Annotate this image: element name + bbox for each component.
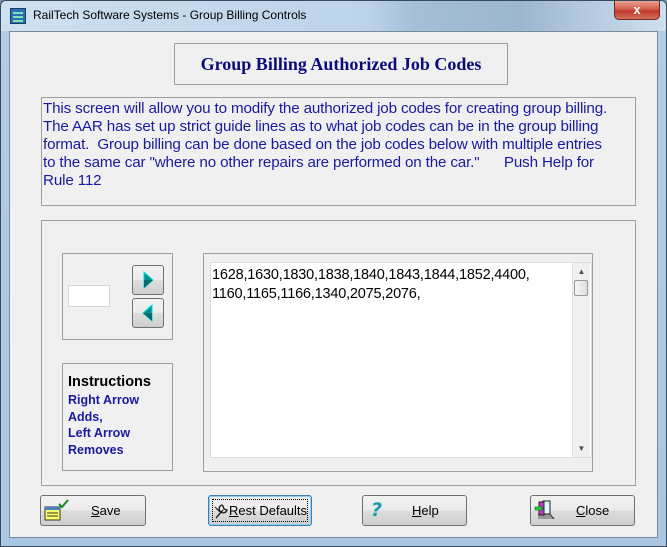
rest-defaults-button[interactable]: Rest Defaults — [208, 495, 312, 526]
left-arrow-icon — [142, 304, 153, 322]
app-icon — [10, 8, 26, 24]
app-window: RailTech Software Systems - Group Billin… — [0, 0, 667, 547]
remove-code-button[interactable] — [132, 298, 164, 328]
right-arrow-icon — [143, 271, 154, 289]
entry-panel — [62, 253, 173, 340]
vertical-scrollbar[interactable]: ▲ ▼ — [572, 263, 590, 457]
save-icon — [44, 499, 69, 521]
exit-door-icon — [534, 500, 555, 520]
instruction-line: Right Arrow — [68, 393, 140, 407]
job-codes-textarea[interactable]: 1628,1630,1830,1838,1840,1843,1844,1852,… — [210, 262, 592, 458]
job-code-input[interactable] — [68, 285, 110, 307]
description-panel: This screen will allow you to modify the… — [41, 97, 636, 206]
wrench-icon — [214, 504, 228, 519]
title-bar[interactable]: RailTech Software Systems - Group Billin… — [1, 1, 666, 31]
save-label: Save — [91, 503, 121, 518]
close-label: Close — [576, 503, 610, 518]
header-panel: Group Billing Authorized Job Codes — [174, 43, 508, 85]
window-title: RailTech Software Systems - Group Billin… — [33, 8, 307, 22]
scroll-thumb[interactable] — [574, 280, 588, 296]
close-button[interactable]: Close — [530, 495, 635, 526]
job-codes-text[interactable]: 1628,1630,1830,1838,1840,1843,1844,1852,… — [211, 266, 572, 304]
help-label: Help — [412, 503, 439, 518]
window-close-button[interactable]: x — [614, 1, 660, 20]
scroll-up-icon[interactable]: ▲ — [573, 263, 590, 280]
instruction-line: Left Arrow — [68, 426, 131, 440]
codes-panel: 1628,1630,1830,1838,1840,1843,1844,1852,… — [203, 253, 593, 472]
rest-defaults-label: Rest Defaults — [229, 503, 308, 518]
description-text: This screen will allow you to modify the… — [43, 100, 608, 189]
help-icon: ? — [371, 499, 383, 521]
instruction-line: Removes — [68, 442, 124, 457]
add-code-button[interactable] — [132, 265, 164, 295]
help-button[interactable]: ? Help — [362, 495, 467, 526]
instructions-panel: Instructions Right Arrow Adds, Left Arro… — [62, 363, 173, 471]
scroll-down-icon[interactable]: ▼ — [573, 440, 590, 457]
instruction-line: Adds, — [68, 409, 103, 424]
instructions-title: Instructions — [68, 374, 151, 390]
client-area: Group Billing Authorized Job Codes This … — [9, 31, 658, 538]
main-panel: Instructions Right Arrow Adds, Left Arro… — [41, 220, 636, 486]
page-title: Group Billing Authorized Job Codes — [200, 53, 482, 74]
save-button[interactable]: Save — [40, 495, 146, 526]
